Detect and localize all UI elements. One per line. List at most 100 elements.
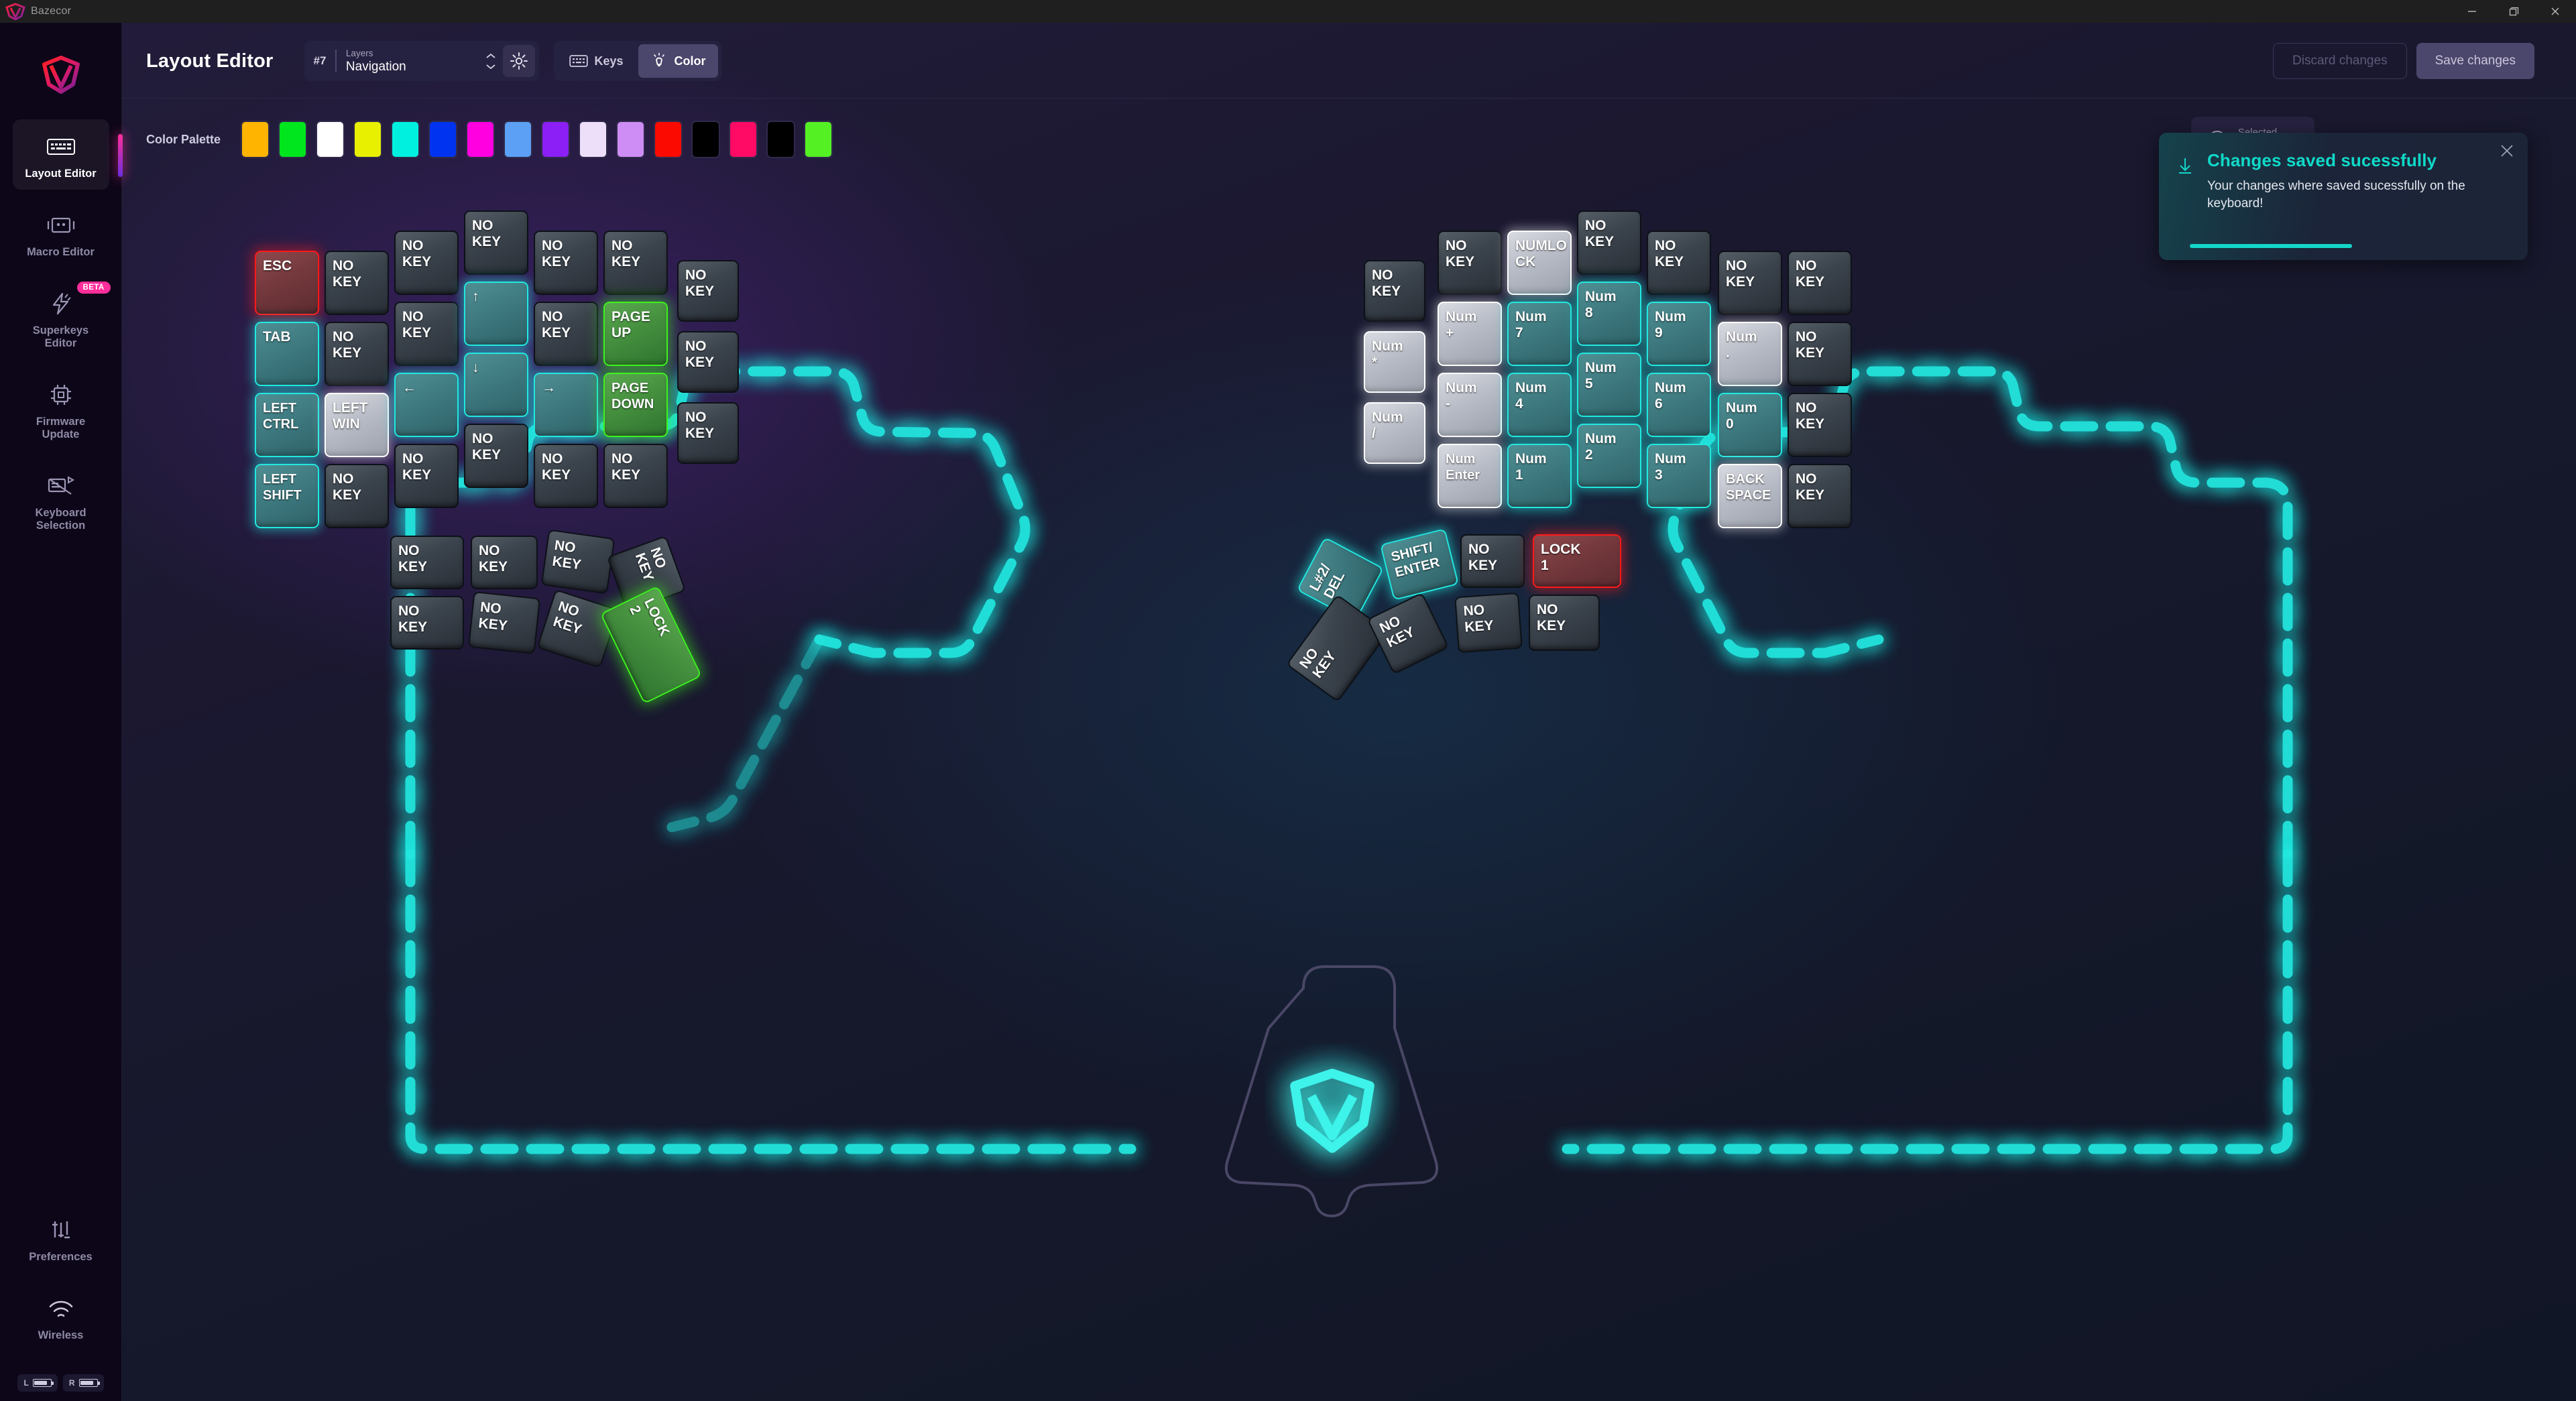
key-left-main-25[interactable]: NO KEY: [677, 331, 739, 393]
color-swatch-11[interactable]: [654, 121, 683, 158]
key-right-main-7[interactable]: NUMLO CK: [1507, 231, 1572, 295]
key-right-main-16[interactable]: Num 9: [1647, 302, 1711, 366]
key-right-main-19[interactable]: NO KEY: [1718, 251, 1782, 315]
color-swatch-8[interactable]: [541, 121, 571, 158]
key-left-main-10[interactable]: ←: [394, 373, 459, 437]
color-swatch-5[interactable]: [428, 121, 458, 158]
key-right-main-14[interactable]: Num 2: [1577, 424, 1641, 488]
color-swatch-6[interactable]: [466, 121, 495, 158]
sidebar-item-keyboard-selection[interactable]: Keyboard Selection: [13, 459, 109, 542]
close-icon[interactable]: [2498, 142, 2516, 163]
key-right-main-26[interactable]: NO KEY: [1788, 464, 1852, 528]
key-right-main-2[interactable]: Num /: [1364, 402, 1425, 464]
layer-settings-button[interactable]: [502, 45, 535, 77]
color-swatch-9[interactable]: [579, 121, 608, 158]
key-left-main-16[interactable]: NO KEY: [534, 231, 598, 295]
key-left-thumb-5[interactable]: NO KEY: [467, 591, 541, 654]
maximize-icon[interactable]: [2493, 0, 2534, 23]
key-left-thumb-1[interactable]: NO KEY: [471, 536, 538, 589]
key-right-main-13[interactable]: Num 5: [1577, 353, 1641, 417]
key-left-main-5[interactable]: NO KEY: [325, 322, 389, 386]
key-right-main-6[interactable]: Num Enter: [1438, 444, 1502, 508]
sidebar-item-wireless[interactable]: Wireless: [13, 1281, 109, 1351]
key-right-main-1[interactable]: Num *: [1364, 331, 1425, 393]
key-left-thumb-2[interactable]: NO KEY: [540, 529, 616, 595]
key-right-main-23[interactable]: NO KEY: [1788, 251, 1852, 315]
key-right-main-20[interactable]: Num .: [1718, 322, 1782, 386]
sidebar-item-layout-editor[interactable]: Layout Editor: [12, 119, 123, 190]
key-right-main-25[interactable]: NO KEY: [1788, 393, 1852, 457]
key-left-main-11[interactable]: NO KEY: [394, 444, 459, 508]
key-left-main-2[interactable]: LEFT CTRL: [255, 393, 319, 457]
color-swatch-14[interactable]: [766, 121, 796, 158]
key-right-thumb-7[interactable]: NO KEY: [1529, 595, 1600, 651]
key-right-main-22[interactable]: BACK SPACE: [1718, 464, 1782, 528]
key-left-main-19[interactable]: NO KEY: [534, 444, 598, 508]
key-left-main-20[interactable]: NO KEY: [603, 231, 668, 295]
save-changes-button[interactable]: Save changes: [2416, 43, 2534, 79]
key-left-main-17[interactable]: NO KEY: [534, 302, 598, 366]
layer-stepper[interactable]: [484, 52, 497, 70]
battery-right[interactable]: R: [62, 1374, 104, 1392]
color-swatch-0[interactable]: [241, 121, 270, 158]
key-right-main-9[interactable]: Num 4: [1507, 373, 1572, 437]
key-right-main-12[interactable]: Num 8: [1577, 282, 1641, 346]
key-left-thumb-4[interactable]: NO KEY: [390, 596, 464, 650]
key-left-main-18[interactable]: →: [534, 373, 598, 437]
key-left-thumb-0[interactable]: NO KEY: [390, 536, 464, 589]
sidebar-item-preferences[interactable]: Preferences: [13, 1203, 109, 1273]
key-left-main-4[interactable]: NO KEY: [325, 251, 389, 315]
key-left-main-9[interactable]: NO KEY: [394, 302, 459, 366]
key-right-main-11[interactable]: NO KEY: [1577, 210, 1641, 275]
minimize-icon[interactable]: [2451, 0, 2493, 23]
layer-selector[interactable]: #7 Layers Navigation: [304, 41, 539, 81]
key-left-thumb-7[interactable]: LOCK 2: [599, 585, 703, 705]
key-left-main-23[interactable]: NO KEY: [603, 444, 668, 508]
key-left-main-0[interactable]: ESC: [255, 251, 319, 315]
key-right-thumb-6[interactable]: NO KEY: [1454, 592, 1523, 654]
key-left-main-7[interactable]: NO KEY: [325, 464, 389, 528]
key-left-main-3[interactable]: LEFT SHIFT: [255, 464, 319, 528]
key-right-main-10[interactable]: Num 1: [1507, 444, 1572, 508]
key-right-main-3[interactable]: NO KEY: [1438, 231, 1502, 295]
key-left-main-8[interactable]: NO KEY: [394, 231, 459, 295]
color-swatch-13[interactable]: [729, 121, 758, 158]
key-left-main-24[interactable]: NO KEY: [677, 260, 739, 322]
sidebar-item-superkeys-editor[interactable]: BETA Superkeys Editor: [13, 276, 111, 359]
key-right-thumb-1[interactable]: SHIFT/ ENTER: [1380, 528, 1459, 601]
key-right-main-24[interactable]: NO KEY: [1788, 322, 1852, 386]
tab-keys[interactable]: Keys: [557, 44, 636, 78]
close-icon[interactable]: [2534, 0, 2576, 23]
key-right-main-21[interactable]: Num 0: [1718, 393, 1782, 457]
color-swatch-12[interactable]: [691, 121, 721, 158]
sidebar-item-macro-editor[interactable]: Macro Editor: [13, 198, 109, 268]
key-right-main-15[interactable]: NO KEY: [1647, 231, 1711, 295]
key-left-main-15[interactable]: NO KEY: [464, 424, 528, 488]
key-right-thumb-3[interactable]: LOCK 1: [1533, 534, 1621, 588]
key-left-main-13[interactable]: ↑: [464, 282, 528, 346]
key-right-thumb-5[interactable]: NO KEY: [1366, 592, 1450, 675]
key-right-thumb-2[interactable]: NO KEY: [1460, 534, 1525, 588]
key-left-main-22[interactable]: PAGE DOWN: [603, 373, 668, 437]
color-swatch-4[interactable]: [391, 121, 420, 158]
key-right-main-18[interactable]: Num 3: [1647, 444, 1711, 508]
key-right-thumb-4[interactable]: NO KEY: [1285, 594, 1390, 703]
color-swatch-7[interactable]: [504, 121, 533, 158]
color-swatch-1[interactable]: [278, 121, 308, 158]
sidebar-item-firmware-update[interactable]: Firmware Update: [13, 367, 109, 450]
key-left-main-12[interactable]: NO KEY: [464, 210, 528, 275]
color-swatch-2[interactable]: [316, 121, 345, 158]
color-swatch-10[interactable]: [616, 121, 646, 158]
key-right-main-0[interactable]: NO KEY: [1364, 260, 1425, 322]
key-left-main-26[interactable]: NO KEY: [677, 402, 739, 464]
key-left-main-6[interactable]: LEFT WIN: [325, 393, 389, 457]
key-right-main-5[interactable]: Num -: [1438, 373, 1502, 437]
tab-color[interactable]: Color: [638, 44, 718, 78]
key-right-main-8[interactable]: Num 7: [1507, 302, 1572, 366]
key-left-main-21[interactable]: PAGE UP: [603, 302, 668, 366]
battery-left[interactable]: L: [17, 1374, 58, 1392]
discard-changes-button[interactable]: Discard changes: [2273, 43, 2407, 79]
color-swatch-15[interactable]: [804, 121, 833, 158]
key-right-main-17[interactable]: Num 6: [1647, 373, 1711, 437]
color-swatch-3[interactable]: [353, 121, 383, 158]
